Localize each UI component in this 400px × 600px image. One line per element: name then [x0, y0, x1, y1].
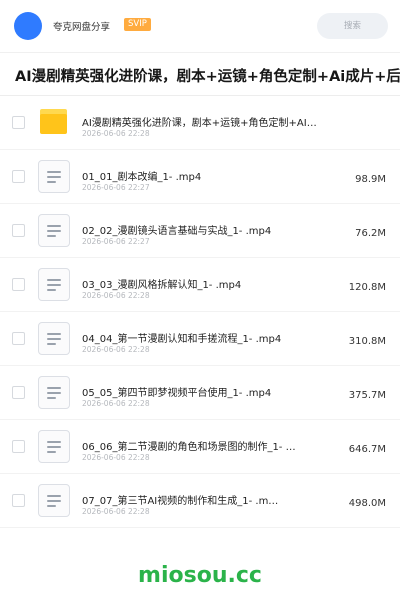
- row-checkbox[interactable]: [12, 386, 25, 399]
- row-checkbox[interactable]: [12, 278, 25, 291]
- file-row[interactable]: 06_06_第二节漫剧的角色和场景图的制作_1- … 2026-06-06 22…: [0, 420, 400, 474]
- file-size: 98.9M: [355, 174, 386, 185]
- row-checkbox[interactable]: [12, 224, 25, 237]
- document-icon: [38, 160, 70, 193]
- file-row[interactable]: 04_04_第一节漫剧认知和手搓流程_1- .mp4 2026-06-06 22…: [0, 312, 400, 366]
- row-checkbox[interactable]: [12, 170, 25, 183]
- row-checkbox[interactable]: [12, 116, 25, 129]
- file-name: 02_02_漫剧镜头语言基础与实战_1- .mp4: [82, 226, 272, 237]
- sharer-name: 夸克网盘分享: [53, 22, 111, 33]
- file-row[interactable]: 01_01_剧本改编_1- .mp4 2026-06-06 22:27 98.9…: [0, 150, 400, 204]
- document-icon: [38, 322, 70, 355]
- file-name: AI漫剧精英强化进阶课，剧本+运镜+角色定制+AI…: [82, 118, 317, 129]
- row-checkbox[interactable]: [12, 494, 25, 507]
- row-checkbox[interactable]: [12, 440, 25, 453]
- file-name: 06_06_第二节漫剧的角色和场景图的制作_1- …: [82, 442, 296, 453]
- svip-badge: SVIP: [124, 18, 151, 31]
- file-date: 2026-06-06 22:28: [82, 399, 150, 408]
- file-size: 375.7M: [348, 390, 386, 401]
- file-date: 2026-06-06 22:28: [82, 507, 150, 516]
- file-size: 646.7M: [348, 444, 386, 455]
- file-size: 498.0M: [348, 498, 386, 509]
- file-row-folder[interactable]: AI漫剧精英强化进阶课，剧本+运镜+角色定制+AI… 2026-06-06 22…: [0, 96, 400, 150]
- document-icon: [38, 268, 70, 301]
- header: 夸克网盘分享 SVIP 搜索: [0, 0, 400, 52]
- document-icon: [38, 484, 70, 517]
- file-date: 2026-06-06 22:28: [82, 345, 150, 354]
- file-date: 2026-06-06 22:28: [82, 129, 150, 138]
- avatar[interactable]: [14, 12, 42, 40]
- file-size: 310.8M: [348, 336, 386, 347]
- file-size: 76.2M: [355, 228, 386, 239]
- file-row[interactable]: 07_07_第三节AI视频的制作和生成_1- .m… 2026-06-06 22…: [0, 474, 400, 528]
- file-row[interactable]: 03_03_漫剧风格拆解认知_1- .mp4 2026-06-06 22:28 …: [0, 258, 400, 312]
- row-checkbox[interactable]: [12, 332, 25, 345]
- file-name: 05_05_第四节即梦视频平台使用_1- .mp4: [82, 388, 272, 399]
- folder-icon: [40, 109, 67, 134]
- file-name: 04_04_第一节漫剧认知和手搓流程_1- .mp4: [82, 334, 282, 345]
- watermark: miosou.cc: [138, 563, 262, 588]
- document-icon: [38, 214, 70, 247]
- file-row[interactable]: 05_05_第四节即梦视频平台使用_1- .mp4 2026-06-06 22:…: [0, 366, 400, 420]
- document-icon: [38, 430, 70, 463]
- search-input[interactable]: 搜索: [317, 13, 388, 39]
- file-date: 2026-06-06 22:27: [82, 237, 150, 246]
- document-icon: [38, 376, 70, 409]
- file-date: 2026-06-06 22:27: [82, 183, 150, 192]
- file-list: AI漫剧精英强化进阶课，剧本+运镜+角色定制+AI… 2026-06-06 22…: [0, 96, 400, 528]
- share-title: AI漫剧精英强化进阶课，剧本+运镜+角色定制+Ai成片+后期: [15, 69, 400, 85]
- file-name: 07_07_第三节AI视频的制作和生成_1- .m…: [82, 496, 279, 507]
- share-title-bar: AI漫剧精英强化进阶课，剧本+运镜+角色定制+Ai成片+后期: [0, 52, 400, 96]
- file-date: 2026-06-06 22:28: [82, 291, 150, 300]
- file-date: 2026-06-06 22:28: [82, 453, 150, 462]
- file-row[interactable]: 02_02_漫剧镜头语言基础与实战_1- .mp4 2026-06-06 22:…: [0, 204, 400, 258]
- file-name: 01_01_剧本改编_1- .mp4: [82, 172, 202, 183]
- file-name: 03_03_漫剧风格拆解认知_1- .mp4: [82, 280, 242, 291]
- file-size: 120.8M: [348, 282, 386, 293]
